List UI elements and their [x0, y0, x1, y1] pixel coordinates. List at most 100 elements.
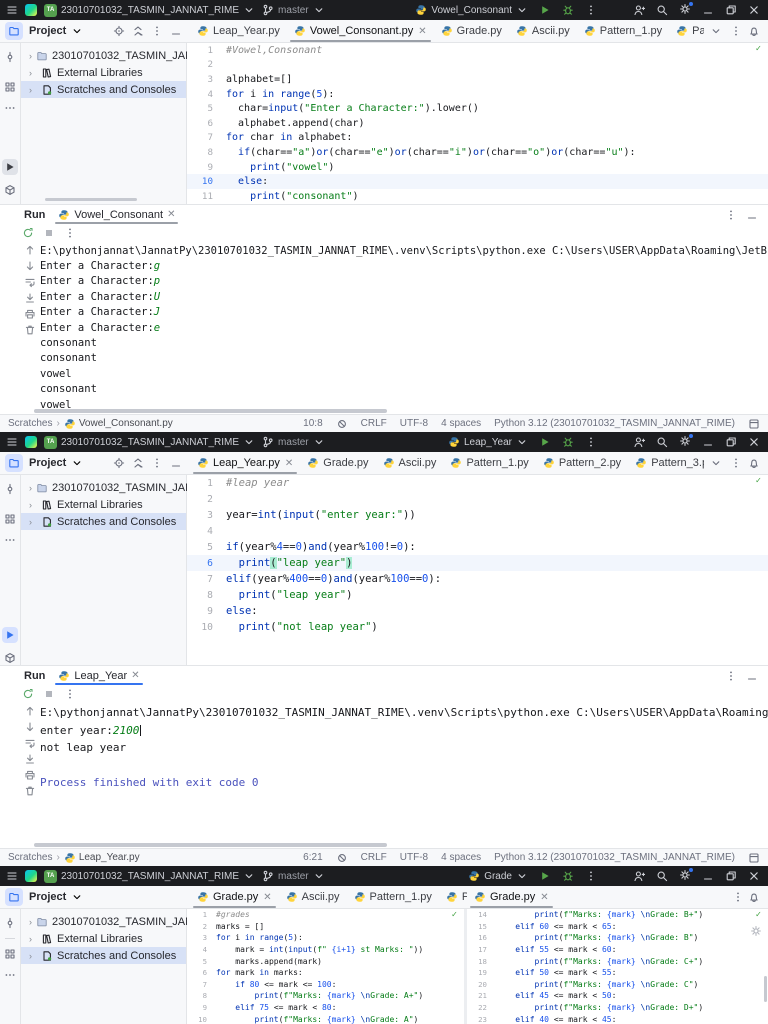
scroll-to-end-button-icon[interactable] [24, 753, 36, 765]
expand-chevron-icon[interactable]: › [29, 951, 37, 961]
search-everywhere-button[interactable] [656, 436, 668, 448]
breadcrumb-root[interactable]: Scratches [8, 418, 52, 429]
panel-options-button[interactable] [151, 457, 163, 469]
project-widget[interactable]: TA 23010701032_TASMIN_JANNAT_RIME [44, 3, 255, 17]
project-tree-item[interactable]: › 23010701032_TASMIN_JANNAT_RIME [21, 479, 248, 496]
project-tree-item[interactable]: › External Libraries [21, 64, 186, 81]
expand-chevron-icon[interactable]: › [29, 517, 37, 527]
editor-tab[interactable]: Grade.py [434, 20, 509, 42]
more-actions-button[interactable] [585, 870, 597, 882]
vcs-branch-widget[interactable]: master [262, 436, 325, 448]
run-toolwindow-button[interactable] [2, 159, 18, 175]
more-actions-button[interactable] [585, 4, 597, 16]
minimize-button[interactable] [702, 4, 714, 16]
file-encoding[interactable]: UTF-8 [400, 852, 428, 863]
notifications-icon[interactable] [748, 891, 760, 903]
code-line[interactable]: 5 if(year%4==0)and(year%100!=0): [187, 539, 768, 555]
inspections-ok-icon[interactable]: ✓ [756, 44, 761, 54]
expand-chevron-icon[interactable]: › [29, 483, 32, 493]
code-line[interactable]: 4 for i in range(5): [187, 87, 768, 102]
hide-panel-button[interactable] [170, 25, 182, 37]
more-toolwindows-button[interactable] [4, 534, 16, 546]
indent-style[interactable]: 4 spaces [441, 418, 481, 429]
panel-options-button[interactable] [725, 670, 737, 682]
search-everywhere-button[interactable] [656, 870, 668, 882]
print-button-icon[interactable] [24, 308, 36, 320]
project-toolwindow-button[interactable] [5, 888, 23, 906]
editor-tab[interactable]: Ascii.py [376, 452, 444, 474]
window-mode-icon[interactable] [748, 418, 760, 430]
editor-tab[interactable]: Grade.py ✕ [467, 886, 556, 908]
close-tab-icon[interactable]: ✕ [131, 670, 139, 681]
code-line[interactable]: 17 elif 55 <= mark < 60: [467, 944, 768, 956]
project-tree-item[interactable]: › 23010701032_TASMIN_JANNAT_RIME [21, 47, 248, 64]
run-tab[interactable]: Vowel_Consonant ✕ [55, 205, 179, 224]
hide-panel-button[interactable] [170, 457, 182, 469]
close-tab-icon[interactable]: ✕ [540, 892, 548, 903]
code-line[interactable]: 20 print(f"Marks: {mark} \nGrade: C") [467, 979, 768, 991]
expand-chevron-icon[interactable]: › [29, 68, 37, 78]
editor-tab[interactable]: Pattern_1.py [347, 886, 439, 908]
structure-button[interactable] [4, 948, 16, 960]
rerun-button[interactable] [22, 688, 34, 700]
editor-tab[interactable]: Pattern_2.py [669, 20, 704, 42]
code-line[interactable]: 14 print(f"Marks: {mark} \nGrade: B+") [467, 909, 768, 921]
code-line[interactable]: 5 marks.append(mark) [187, 955, 464, 967]
expand-chevron-icon[interactable]: › [29, 51, 32, 61]
file-encoding[interactable]: UTF-8 [400, 418, 428, 429]
editor-tab[interactable]: Vowel_Consonant.py ✕ [287, 20, 434, 42]
code-line[interactable]: 1 #leap year [187, 475, 768, 491]
editor-tab[interactable]: Ascii.py [509, 20, 577, 42]
expand-chevron-icon[interactable]: › [29, 934, 37, 944]
search-everywhere-button[interactable] [656, 4, 668, 16]
code-line[interactable]: 6 alphabet.append(char) [187, 116, 768, 131]
tab-options-icon[interactable] [730, 457, 742, 469]
hide-panel-button[interactable] [746, 209, 758, 221]
project-panel-title[interactable]: Project [29, 457, 66, 469]
close-button[interactable] [748, 436, 760, 448]
close-button[interactable] [748, 870, 760, 882]
editor-tab[interactable]: Pattern_1.py [577, 20, 669, 42]
code-line[interactable]: 3 year=int(input("enter year:")) [187, 507, 768, 523]
editor-tab[interactable]: Grade.py ✕ [190, 886, 279, 908]
run-button[interactable] [539, 870, 551, 882]
project-widget[interactable]: TA 23010701032_TASMIN_JANNAT_RIME [44, 435, 255, 449]
minimize-button[interactable] [702, 870, 714, 882]
code-line[interactable]: 23 elif 40 <= mark < 45: [467, 1013, 768, 1024]
code-line[interactable]: 9 else: [187, 603, 768, 619]
close-tab-icon[interactable]: ✕ [418, 26, 426, 37]
collapse-all-button[interactable] [132, 457, 144, 469]
caret-position[interactable]: 10:8 [303, 418, 322, 429]
indent-style[interactable]: 4 spaces [441, 852, 481, 863]
run-tab[interactable]: Leap_Year ✕ [55, 666, 143, 685]
soft-wrap-button-icon[interactable] [24, 276, 36, 288]
editor-tab[interactable]: Leap_Year.py [190, 20, 287, 42]
run-configuration-widget[interactable]: Leap_Year [448, 436, 528, 448]
code-editor[interactable]: ✓ 1 #grades 2 marks = [] 3 for i in range(5… [187, 909, 464, 1024]
code-line[interactable]: 9 elif 75 <= mark < 80: [187, 1002, 464, 1014]
debug-button[interactable] [562, 870, 574, 882]
commit-button[interactable] [4, 51, 16, 63]
readonly-status-icon[interactable] [336, 418, 348, 430]
run-toolwindow-button[interactable] [2, 627, 18, 643]
stop-button[interactable] [43, 227, 55, 239]
panel-options-button[interactable] [151, 25, 163, 37]
more-toolwindows-button[interactable] [4, 969, 16, 981]
code-editor[interactable]: ✓ 1 #Vowel,Consonant 2 3 alphabet=[] 4 for … [187, 43, 768, 204]
breadcrumb-file[interactable]: Vowel_Consonant.py [64, 418, 173, 430]
rerun-button[interactable] [22, 227, 34, 239]
debug-button[interactable] [562, 436, 574, 448]
editor-tab[interactable]: Pattern_2.py [536, 452, 628, 474]
tab-options-icon[interactable] [732, 891, 744, 903]
scroll-down-button-icon[interactable] [24, 721, 36, 733]
code-line[interactable]: 8 print(f"Marks: {mark} \nGrade: A+") [187, 990, 464, 1002]
restore-button[interactable] [725, 870, 737, 882]
project-tree-item[interactable]: › Scratches and Consoles [21, 947, 186, 964]
python-packages-button[interactable] [4, 652, 16, 664]
editor-tab[interactable]: Ascii.py [279, 886, 347, 908]
code-with-me-button[interactable] [633, 436, 645, 448]
code-line[interactable]: 8 print("leap year") [187, 587, 768, 603]
inspection-widget-icon[interactable] [750, 922, 762, 941]
code-line[interactable]: 6 for mark in marks: [187, 967, 464, 979]
collapse-all-button[interactable] [132, 25, 144, 37]
